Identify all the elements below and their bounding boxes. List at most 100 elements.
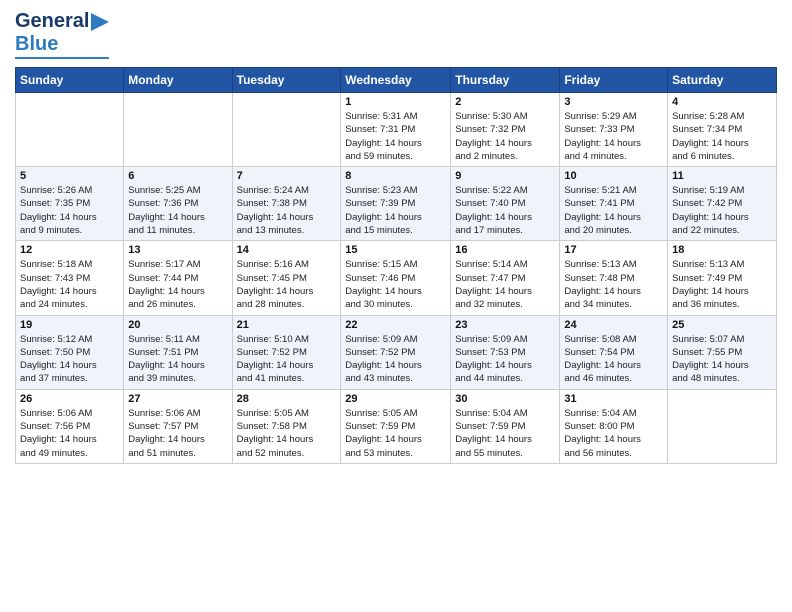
calendar-cell: 28 Sunrise: 5:05 AMSunset: 7:58 PMDayligh… xyxy=(232,389,341,463)
day-info: Sunrise: 5:15 AMSunset: 7:46 PMDaylight:… xyxy=(345,258,446,311)
col-sunday: Sunday xyxy=(16,68,124,93)
calendar-cell xyxy=(124,93,232,167)
day-info: Sunrise: 5:09 AMSunset: 7:53 PMDaylight:… xyxy=(455,333,555,386)
calendar-cell: 5 Sunrise: 5:26 AMSunset: 7:35 PMDaylight… xyxy=(16,167,124,241)
calendar-week-5: 26 Sunrise: 5:06 AMSunset: 7:56 PMDayligh… xyxy=(16,389,777,463)
day-number: 9 xyxy=(455,170,555,182)
calendar-cell: 25 Sunrise: 5:07 AMSunset: 7:55 PMDayligh… xyxy=(668,315,777,389)
calendar-cell: 10Sunrise: 5:21 AMSunset: 7:41 PMDayligh… xyxy=(560,167,668,241)
day-number: 16 xyxy=(455,244,555,256)
day-info: Sunrise: 5:07 AMSunset: 7:55 PMDaylight:… xyxy=(672,333,772,386)
day-number: 23 xyxy=(455,319,555,331)
calendar-week-2: 5 Sunrise: 5:26 AMSunset: 7:35 PMDaylight… xyxy=(16,167,777,241)
calendar-cell: 27 Sunrise: 5:06 AMSunset: 7:57 PMDayligh… xyxy=(124,389,232,463)
day-info: Sunrise: 5:16 AMSunset: 7:45 PMDaylight:… xyxy=(237,258,337,311)
day-info: Sunrise: 5:14 AMSunset: 7:47 PMDaylight:… xyxy=(455,258,555,311)
calendar-cell: 13 Sunrise: 5:17 AMSunset: 7:44 PMDayligh… xyxy=(124,241,232,315)
calendar-cell: 18 Sunrise: 5:13 AMSunset: 7:49 PMDayligh… xyxy=(668,241,777,315)
day-number: 21 xyxy=(237,319,337,331)
day-number: 30 xyxy=(455,393,555,405)
calendar-cell: 17 Sunrise: 5:13 AMSunset: 7:48 PMDayligh… xyxy=(560,241,668,315)
day-info: Sunrise: 5:22 AMSunset: 7:40 PMDaylight:… xyxy=(455,184,555,237)
calendar-cell: 8Sunrise: 5:23 AMSunset: 7:39 PMDaylight… xyxy=(341,167,451,241)
calendar-cell: 19 Sunrise: 5:12 AMSunset: 7:50 PMDayligh… xyxy=(16,315,124,389)
calendar-cell: 26 Sunrise: 5:06 AMSunset: 7:56 PMDayligh… xyxy=(16,389,124,463)
calendar-cell: 16 Sunrise: 5:14 AMSunset: 7:47 PMDayligh… xyxy=(451,241,560,315)
day-number: 10 xyxy=(564,170,663,182)
day-number: 3 xyxy=(564,96,663,108)
calendar-cell: 2 Sunrise: 5:30 AMSunset: 7:32 PMDaylight… xyxy=(451,93,560,167)
day-info: Sunrise: 5:08 AMSunset: 7:54 PMDaylight:… xyxy=(564,333,663,386)
calendar-cell: 4Sunrise: 5:28 AMSunset: 7:34 PMDaylight… xyxy=(668,93,777,167)
day-info: Sunrise: 5:18 AMSunset: 7:43 PMDaylight:… xyxy=(20,258,119,311)
day-number: 29 xyxy=(345,393,446,405)
calendar-cell: 29 Sunrise: 5:05 AMSunset: 7:59 PMDayligh… xyxy=(341,389,451,463)
calendar-cell: 9 Sunrise: 5:22 AMSunset: 7:40 PMDaylight… xyxy=(451,167,560,241)
day-number: 5 xyxy=(20,170,119,182)
calendar-cell: 3Sunrise: 5:29 AMSunset: 7:33 PMDaylight… xyxy=(560,93,668,167)
day-number: 1 xyxy=(345,96,446,108)
calendar-cell: 1 Sunrise: 5:31 AMSunset: 7:31 PMDaylight… xyxy=(341,93,451,167)
day-number: 4 xyxy=(672,96,772,108)
day-info: Sunrise: 5:13 AMSunset: 7:49 PMDaylight:… xyxy=(672,258,772,311)
day-info: Sunrise: 5:06 AMSunset: 7:57 PMDaylight:… xyxy=(128,407,227,460)
day-info: Sunrise: 5:25 AMSunset: 7:36 PMDaylight:… xyxy=(128,184,227,237)
day-number: 22 xyxy=(345,319,446,331)
day-number: 15 xyxy=(345,244,446,256)
day-number: 28 xyxy=(237,393,337,405)
calendar-cell: 14Sunrise: 5:16 AMSunset: 7:45 PMDayligh… xyxy=(232,241,341,315)
day-info: Sunrise: 5:05 AMSunset: 7:59 PMDaylight:… xyxy=(345,407,446,460)
day-number: 13 xyxy=(128,244,227,256)
day-number: 11 xyxy=(672,170,772,182)
day-info: Sunrise: 5:17 AMSunset: 7:44 PMDaylight:… xyxy=(128,258,227,311)
col-friday: Friday xyxy=(560,68,668,93)
col-wednesday: Wednesday xyxy=(341,68,451,93)
calendar-cell xyxy=(232,93,341,167)
day-number: 18 xyxy=(672,244,772,256)
day-info: Sunrise: 5:06 AMSunset: 7:56 PMDaylight:… xyxy=(20,407,119,460)
header: General Blue xyxy=(15,10,777,59)
calendar-cell: 31 Sunrise: 5:04 AMSunset: 8:00 PMDayligh… xyxy=(560,389,668,463)
calendar-cell: 22 Sunrise: 5:09 AMSunset: 7:52 PMDayligh… xyxy=(341,315,451,389)
day-number: 17 xyxy=(564,244,663,256)
day-info: Sunrise: 5:30 AMSunset: 7:32 PMDaylight:… xyxy=(455,110,555,163)
day-info: Sunrise: 5:11 AMSunset: 7:51 PMDaylight:… xyxy=(128,333,227,386)
day-info: Sunrise: 5:31 AMSunset: 7:31 PMDaylight:… xyxy=(345,110,446,163)
calendar-week-4: 19 Sunrise: 5:12 AMSunset: 7:50 PMDayligh… xyxy=(16,315,777,389)
calendar-table: Sunday Monday Tuesday Wednesday Thursday… xyxy=(15,67,777,464)
col-tuesday: Tuesday xyxy=(232,68,341,93)
calendar-cell: 15 Sunrise: 5:15 AMSunset: 7:46 PMDayligh… xyxy=(341,241,451,315)
day-info: Sunrise: 5:04 AMSunset: 7:59 PMDaylight:… xyxy=(455,407,555,460)
col-saturday: Saturday xyxy=(668,68,777,93)
day-info: Sunrise: 5:12 AMSunset: 7:50 PMDaylight:… xyxy=(20,333,119,386)
day-number: 2 xyxy=(455,96,555,108)
day-info: Sunrise: 5:09 AMSunset: 7:52 PMDaylight:… xyxy=(345,333,446,386)
day-info: Sunrise: 5:19 AMSunset: 7:42 PMDaylight:… xyxy=(672,184,772,237)
col-thursday: Thursday xyxy=(451,68,560,93)
day-info: Sunrise: 5:10 AMSunset: 7:52 PMDaylight:… xyxy=(237,333,337,386)
day-info: Sunrise: 5:26 AMSunset: 7:35 PMDaylight:… xyxy=(20,184,119,237)
calendar-cell: 30 Sunrise: 5:04 AMSunset: 7:59 PMDayligh… xyxy=(451,389,560,463)
logo-underline xyxy=(15,57,109,59)
logo: General Blue xyxy=(15,10,109,59)
day-number: 7 xyxy=(237,170,337,182)
calendar-cell: 12 Sunrise: 5:18 AMSunset: 7:43 PMDayligh… xyxy=(16,241,124,315)
calendar-cell: 11 Sunrise: 5:19 AMSunset: 7:42 PMDayligh… xyxy=(668,167,777,241)
day-info: Sunrise: 5:24 AMSunset: 7:38 PMDaylight:… xyxy=(237,184,337,237)
day-number: 19 xyxy=(20,319,119,331)
col-monday: Monday xyxy=(124,68,232,93)
day-number: 26 xyxy=(20,393,119,405)
logo-triangle-icon xyxy=(91,13,109,31)
day-number: 25 xyxy=(672,319,772,331)
day-info: Sunrise: 5:13 AMSunset: 7:48 PMDaylight:… xyxy=(564,258,663,311)
day-number: 12 xyxy=(20,244,119,256)
calendar-header-row: Sunday Monday Tuesday Wednesday Thursday… xyxy=(16,68,777,93)
day-number: 27 xyxy=(128,393,227,405)
day-info: Sunrise: 5:05 AMSunset: 7:58 PMDaylight:… xyxy=(237,407,337,460)
day-number: 8 xyxy=(345,170,446,182)
calendar-cell xyxy=(16,93,124,167)
logo-general-text: General xyxy=(15,10,89,33)
day-number: 31 xyxy=(564,393,663,405)
calendar-cell: 6Sunrise: 5:25 AMSunset: 7:36 PMDaylight… xyxy=(124,167,232,241)
day-info: Sunrise: 5:04 AMSunset: 8:00 PMDaylight:… xyxy=(564,407,663,460)
